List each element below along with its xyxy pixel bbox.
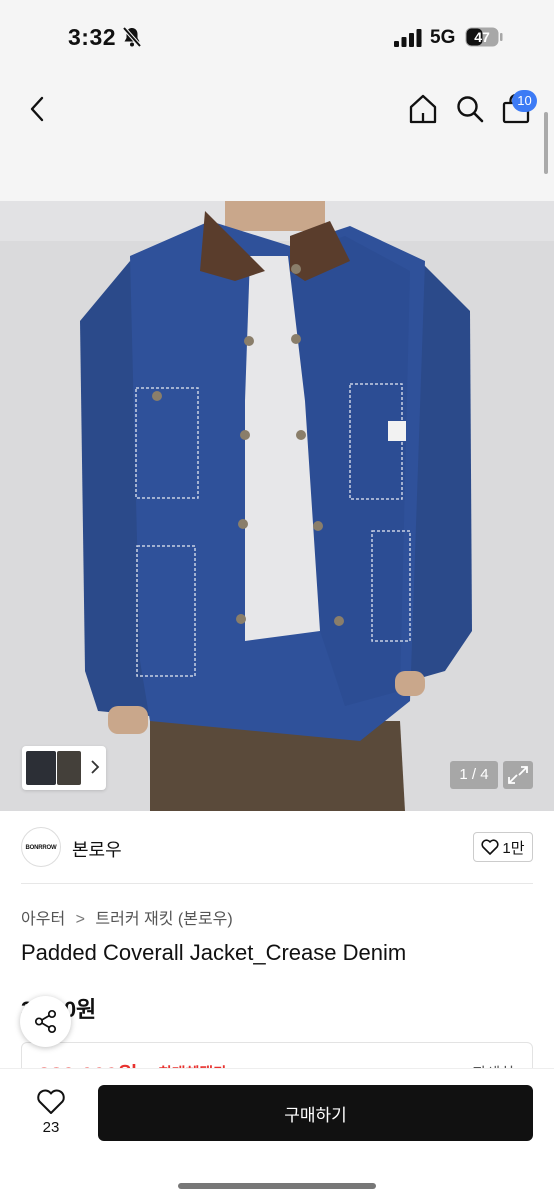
buy-button[interactable]: 구매하기 (98, 1085, 533, 1141)
battery-level: 47 (474, 29, 490, 45)
heart-outline-icon (481, 839, 499, 855)
expand-icon[interactable] (503, 761, 533, 789)
network-type: 5G (430, 27, 456, 48)
brand-like-button[interactable]: 1만 (473, 832, 533, 862)
thumbnail-2[interactable] (57, 751, 81, 785)
search-icon[interactable] (455, 94, 485, 124)
signal-icon (394, 29, 422, 47)
product-title: Padded Coverall Jacket_Crease Denim (21, 940, 407, 965)
denim-jacket-photo (0, 201, 554, 811)
wishlist-count: 23 (42, 1119, 60, 1136)
breadcrumb-subcategory[interactable]: 트러커 재킷 (본로우) (95, 905, 232, 929)
thumbnail-1[interactable] (26, 751, 56, 785)
breadcrumb: 아우터 > 트러커 재킷 (본로우) (21, 905, 233, 929)
breadcrumb-category[interactable]: 아우터 (21, 905, 65, 929)
product-image[interactable] (0, 201, 554, 811)
wishlist-heart-icon[interactable] (36, 1087, 66, 1115)
image-counter: 1 / 4 (450, 761, 498, 789)
status-bar: 3:32 5G 47 (0, 0, 554, 75)
breadcrumb-separator: > (75, 911, 85, 928)
back-arrow-icon[interactable] (24, 95, 52, 123)
status-time: 3:32 (68, 24, 117, 50)
bottom-action-bar: 23 구매하기 (0, 1068, 554, 1200)
scroll-indicator (544, 112, 548, 174)
cart-count-badge: 10 (512, 90, 537, 112)
home-indicator (178, 1183, 376, 1189)
brand-row[interactable]: BONRROW 본로우 1만 (0, 811, 554, 883)
top-navigation: 10 (0, 75, 554, 201)
brand-logo[interactable]: BONRROW (21, 827, 61, 867)
brand-name[interactable]: 본로우 (72, 836, 122, 862)
divider (21, 883, 533, 884)
share-button[interactable] (20, 996, 71, 1047)
battery-icon: 47 (465, 27, 503, 47)
brand-like-count: 1만 (502, 839, 525, 857)
bell-muted-icon (122, 26, 142, 48)
home-icon[interactable] (407, 93, 439, 125)
share-icon (34, 1009, 57, 1034)
thumbnail-strip[interactable] (22, 746, 106, 790)
chevron-right-icon (91, 760, 100, 774)
